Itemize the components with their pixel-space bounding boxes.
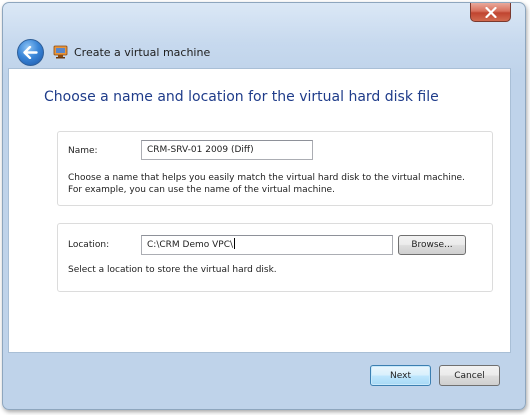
cancel-button[interactable]: Cancel [439,365,500,386]
name-input[interactable]: CRM-SRV-01 2009 (Diff) [141,140,313,160]
back-button[interactable] [17,39,44,66]
text-caret [234,238,236,249]
name-description-line2: For example, you can use the name of the… [68,185,335,195]
browse-button[interactable]: Browse... [398,235,466,255]
name-label: Name: [68,146,98,156]
location-label: Location: [68,240,110,250]
close-icon [484,6,497,18]
back-arrow-icon [23,46,38,59]
page-heading: Choose a name and location for the virtu… [44,89,439,105]
name-input-value: CRM-SRV-01 2009 (Diff) [147,145,254,155]
location-description: Select a location to store the virtual h… [68,265,277,275]
next-button[interactable]: Next [370,365,431,386]
name-description-line1: Choose a name that helps you easily matc… [68,173,465,183]
virtual-pc-icon [53,45,68,59]
content-panel [8,68,511,353]
location-input[interactable]: C:\CRM Demo VPC\ [141,235,393,255]
location-group [57,223,493,292]
window-title: Create a virtual machine [74,46,211,59]
location-input-value: C:\CRM Demo VPC\ [147,240,234,250]
close-button[interactable] [470,3,511,22]
